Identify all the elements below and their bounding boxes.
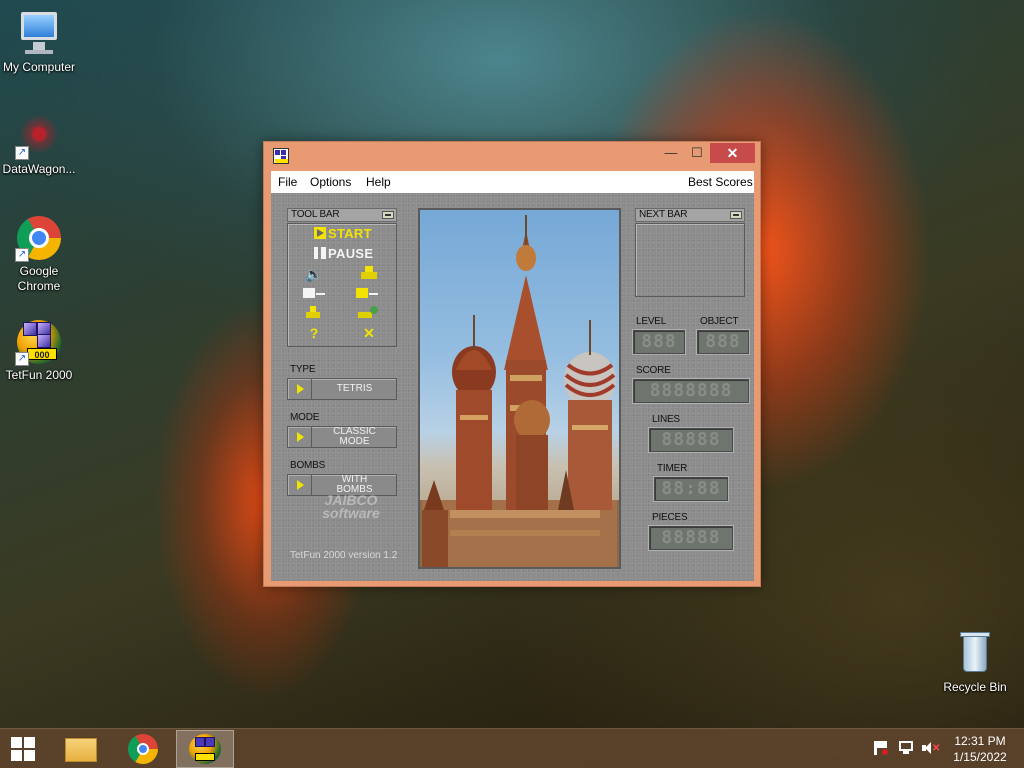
pause-icon: [314, 247, 326, 259]
jaibco-logo: JAIBCO software: [311, 493, 391, 521]
windows-logo-icon: [11, 737, 22, 748]
logo-line-2: software: [322, 505, 380, 521]
taskbar-file-explorer[interactable]: [52, 730, 110, 768]
mode-header: MODE: [290, 412, 320, 423]
lines-label: LINES: [652, 414, 680, 425]
chrome-icon: ↗: [15, 214, 63, 262]
start-label: START: [328, 226, 372, 241]
type-selector[interactable]: TETRIS: [287, 378, 397, 400]
arrow-right-icon[interactable]: [288, 475, 312, 495]
taskbar-tetfun[interactable]: [176, 730, 234, 768]
desktop-icon-tetfun[interactable]: 000 ↗ TetFun 2000: [0, 318, 78, 383]
timer-display: 88:88: [654, 477, 728, 501]
blocks-icon[interactable]: [358, 266, 380, 282]
desktop-icon-my-computer[interactable]: My Computer: [0, 10, 78, 75]
collapse-icon[interactable]: [382, 211, 394, 219]
next-bar-header: NEXT BAR: [635, 208, 745, 222]
exit-icon[interactable]: ✕: [358, 325, 380, 341]
pieces-display: 88888: [649, 526, 733, 550]
stack-icon[interactable]: [303, 306, 325, 322]
menu-help[interactable]: Help: [366, 175, 391, 189]
menu-options[interactable]: Options: [310, 175, 351, 189]
cathedral-illustration: [420, 215, 619, 567]
minimize-button[interactable]: —: [658, 143, 684, 163]
tool-bar-header: TOOL BAR: [287, 208, 397, 222]
tool-bar-panel: START PAUSE 🔈 ? ✕: [287, 223, 397, 347]
desktop-icon-datawagon[interactable]: ↗ DataWagon...: [0, 112, 78, 177]
pieces-label: PIECES: [652, 512, 688, 523]
start-button[interactable]: START: [314, 226, 372, 241]
object-display: 888: [697, 330, 749, 354]
start-button-windows[interactable]: [0, 729, 48, 768]
load-icon[interactable]: [303, 286, 325, 302]
desktop-icon-label: My Computer: [2, 60, 76, 74]
menu-file[interactable]: File: [278, 175, 297, 189]
desktop-icon-label: Recycle Bin: [943, 680, 1007, 694]
title-bar[interactable]: — ☐ ✕: [264, 142, 760, 171]
desktop-icon-recycle-bin[interactable]: Recycle Bin: [936, 630, 1014, 695]
shortcut-arrow-icon: ↗: [15, 248, 29, 262]
level-label: LEVEL: [636, 316, 667, 327]
timer-label: TIMER: [657, 463, 688, 474]
tetfun-app-icon[interactable]: [273, 148, 289, 164]
object-label: OBJECT: [700, 316, 739, 327]
mode-selector[interactable]: CLASSIC MODE: [287, 426, 397, 448]
computer-icon: [15, 10, 63, 58]
taskbar-chrome[interactable]: [114, 730, 172, 768]
arrow-right-icon[interactable]: [288, 379, 312, 399]
clock-time: 12:31 PM: [954, 734, 1006, 748]
score-display: 8888888: [633, 379, 749, 403]
pause-button[interactable]: PAUSE: [314, 246, 373, 261]
menu-best-scores[interactable]: Best Scores: [688, 175, 753, 189]
clock-date: 1/15/2022: [953, 750, 1007, 764]
stack-add-icon[interactable]: [356, 306, 378, 322]
shortcut-arrow-icon: ↗: [15, 352, 29, 366]
desktop-icon-label: Google Chrome: [17, 264, 61, 293]
desktop-icon-label: TetFun 2000: [5, 368, 73, 382]
desktop-icon-chrome[interactable]: ↗ Google Chrome: [0, 214, 78, 294]
sound-icon[interactable]: 🔈: [303, 266, 325, 282]
tool-bar-title: TOOL BAR: [291, 209, 340, 220]
score-label: SCORE: [636, 365, 671, 376]
type-header: TYPE: [290, 364, 316, 375]
tetfun-icon: [189, 734, 221, 764]
next-piece-preview: [635, 223, 745, 297]
folder-icon: [65, 738, 97, 762]
taskbar: ✕ 12:31 PM 1/15/2022: [0, 728, 1024, 768]
collapse-icon[interactable]: [730, 211, 742, 219]
pause-label: PAUSE: [328, 246, 374, 261]
game-background-image: [418, 208, 621, 569]
save-icon[interactable]: [356, 286, 378, 302]
tetfun-icon: 000 ↗: [15, 318, 63, 366]
menu-bar: File Options Help Best Scores: [271, 171, 754, 193]
system-clock[interactable]: 12:31 PM 1/15/2022: [940, 733, 1020, 765]
desktop-icon-label: DataWagon...: [2, 162, 76, 176]
datawagon-icon: ↗: [15, 112, 63, 160]
version-text: TetFun 2000 version 1.2: [290, 550, 398, 561]
maximize-button[interactable]: ☐: [684, 143, 710, 163]
tetfun-window: — ☐ ✕ File Options Help Best Scores TOOL…: [263, 141, 761, 587]
type-value: TETRIS: [336, 383, 373, 394]
recycle-bin-icon: [951, 630, 999, 678]
arrow-right-icon[interactable]: [288, 427, 312, 447]
shortcut-arrow-icon: ↗: [15, 146, 29, 160]
game-client-area: TOOL BAR START PAUSE 🔈 ? ✕ TYPE TETRIS M…: [271, 193, 754, 581]
mode-value: CLASSIC MODE: [333, 426, 376, 447]
chrome-icon: [128, 734, 158, 764]
bombs-header: BOMBS: [290, 460, 326, 471]
play-icon: [314, 227, 326, 239]
close-button[interactable]: ✕: [710, 143, 755, 163]
lines-display: 88888: [649, 428, 733, 452]
level-display: 888: [633, 330, 685, 354]
help-icon[interactable]: ?: [303, 325, 325, 341]
next-bar-title: NEXT BAR: [639, 209, 688, 220]
